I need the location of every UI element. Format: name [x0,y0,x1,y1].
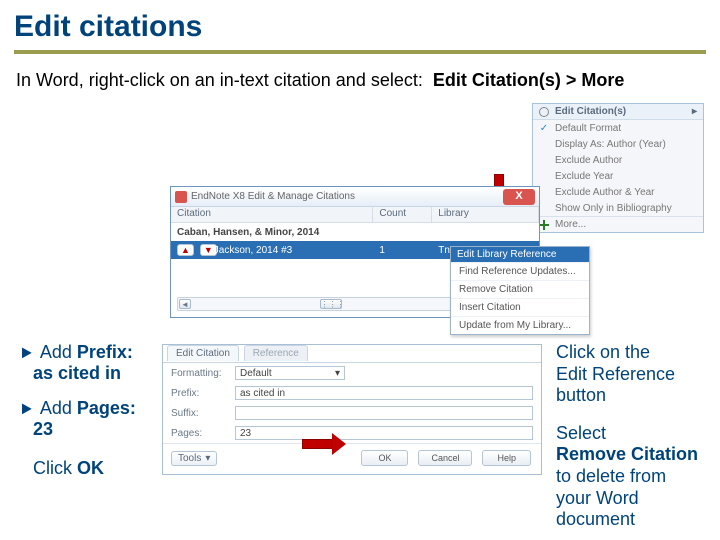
tab-row: Edit Citation Reference [163,345,541,363]
cell-count: 1 [373,245,432,256]
ann-bold: Remove Citation [556,444,720,466]
ctx-item-label: Show Only in Bibliography [555,203,672,214]
scroll-left-button[interactable]: ◄ [179,299,191,309]
left-annotations: ► Add Prefix: as cited in ► Add Pages: 2… [18,342,136,493]
col-count: Count [373,207,432,222]
arrow-right-icon [302,433,350,455]
ctx-item-exclude-author[interactable]: Exclude Author [533,152,703,168]
column-headers: Citation Count Library [171,207,539,223]
right-annotations: Click on the Edit Reference button Selec… [556,342,720,531]
ann-value: as cited in [33,363,121,383]
row-up-button[interactable]: ▲ [177,244,194,256]
tab-edit-citation[interactable]: Edit Citation [167,345,239,361]
dialog-title: EndNote X8 Edit & Manage Citations [191,191,355,202]
chevron-down-icon: ▾ [205,453,210,464]
ann-text: Click [33,458,77,478]
label-pages: Pages: [171,428,229,439]
menu-item-update-from-library[interactable]: Update from My Library... [451,316,589,334]
ann-bold: OK [77,458,104,478]
label-formatting: Formatting: [171,368,229,379]
edit-citation-context-menu: Edit Citation(s) ▸ ✓ Default Format Disp… [532,103,704,233]
formatting-value: Default [240,368,272,379]
plus-icon [539,220,549,230]
gear-icon [539,107,549,117]
ann-text: Select [556,423,720,445]
help-button[interactable]: Help [482,450,531,466]
ctx-item-label: Exclude Author [555,155,622,166]
formatting-select[interactable]: Default ▾ [235,366,345,380]
ann-text: to delete from [556,466,720,488]
app-icon [175,191,187,203]
menu-item-find-updates[interactable]: Find Reference Updates... [451,262,589,280]
triangle-bullet-icon: ► [19,342,35,363]
pages-value: 23 [240,428,251,439]
menu-item-insert-citation[interactable]: Insert Citation [451,298,589,316]
intro-text: In Word, right-click on an in-text citat… [0,54,720,101]
ann-text: Edit Reference button [556,364,720,407]
ctx-item-label: Default Format [555,123,621,134]
edit-citation-dialog: Edit Citation Reference Formatting: Defa… [162,344,542,475]
ctx-item-label: Exclude Year [555,171,613,182]
ctx-item-label: Display As: Author (Year) [555,139,666,150]
suffix-input[interactable] [235,406,533,420]
prefix-input[interactable]: as cited in [235,386,533,400]
label-suffix: Suffix: [171,408,229,419]
ctx-item-default-format[interactable]: ✓ Default Format [533,120,703,136]
pages-input[interactable]: 23 [235,426,533,440]
intro-bold: Edit Citation(s) > More [433,70,625,90]
edit-reference-menu: Edit Library Reference Find Reference Up… [450,246,590,335]
title-bar: EndNote X8 Edit & Manage Citations X [171,187,539,207]
menu-header: Edit Library Reference [451,247,589,262]
ctx-item-more[interactable]: More... [533,216,703,232]
check-icon: ✓ [539,123,549,134]
label-prefix: Prefix: [171,388,229,399]
ann-text: Add [40,398,77,418]
ctx-item-exclude-both[interactable]: Exclude Author & Year [533,184,703,200]
close-button[interactable]: X [503,189,535,205]
menu-item-remove-citation[interactable]: Remove Citation [451,280,589,298]
ann-text: your Word document [556,488,720,531]
ann-text: Add [40,342,77,362]
ann-text: Click on the [556,342,720,364]
ctx-item-exclude-year[interactable]: Exclude Year [533,168,703,184]
ctx-item-label: More... [555,219,586,230]
chevron-down-icon: ▾ [335,368,340,379]
tools-label: Tools [178,453,201,464]
col-citation: Citation [171,207,373,222]
scroll-thumb[interactable]: ⋮⋮⋮ [320,299,342,309]
ok-button[interactable]: OK [361,450,408,466]
ann-bold: Pages: [77,398,136,418]
tools-button[interactable]: Tools ▾ [171,451,217,466]
page-title: Edit citations [0,0,720,50]
triangle-bullet-icon: ► [19,398,35,419]
col-library: Library [432,207,539,222]
ann-value: 23 [33,419,53,439]
prefix-value: as cited in [240,388,285,399]
ann-bold: Prefix: [77,342,133,362]
cell-citation: Jackson, 2014 #3 [208,245,374,256]
ctx-header-label: Edit Citation(s) [555,106,626,117]
tab-reference[interactable]: Reference [244,345,308,361]
cancel-button[interactable]: Cancel [418,450,472,466]
cell-citation: Caban, Hansen, & Minor, 2014 [171,227,373,238]
ctx-item-biblio-only[interactable]: Show Only in Bibliography [533,200,703,216]
ctx-item-label: Exclude Author & Year [555,187,655,198]
citation-row[interactable]: Caban, Hansen, & Minor, 2014 [171,223,539,241]
intro-plain: In Word, right-click on an in-text citat… [16,70,423,90]
chevron-right-icon: ▸ [692,106,697,117]
ctx-item-display-as[interactable]: Display As: Author (Year) [533,136,703,152]
